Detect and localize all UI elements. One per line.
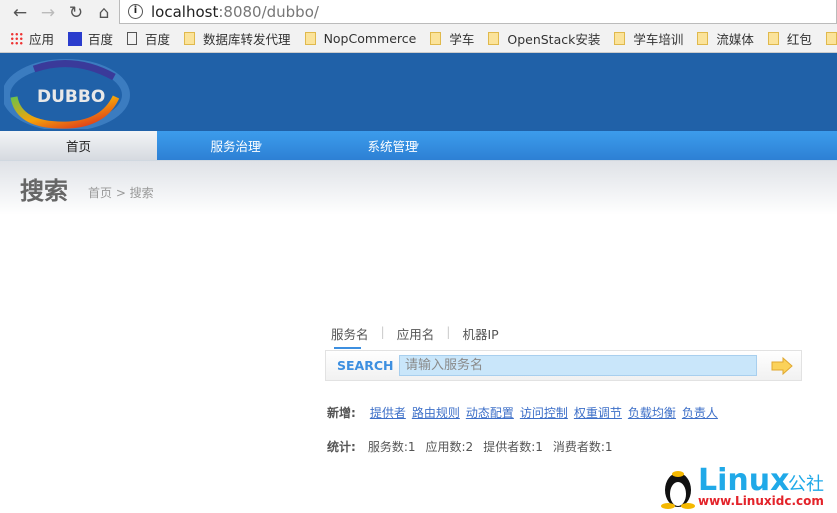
bookmark-item[interactable]: NopCommerce [304,31,417,46]
search-box: SEARCH [325,350,802,381]
bookmark-item[interactable]: 百度 [127,29,170,48]
add-link[interactable]: 提供者 [370,404,406,421]
breadcrumb[interactable]: 首页 > 搜索 [88,184,154,201]
stats-label: 统计: [327,440,356,454]
bookmark-item[interactable]: 学车培训 [614,29,683,48]
stat-item: 服务数:1 [367,440,416,454]
tab-application-name[interactable]: 应用名 [397,324,435,349]
page-title: 搜索 [20,176,68,205]
add-label: 新增: [327,406,356,420]
bookmark-item[interactable]: 百度 [68,29,113,48]
add-link[interactable]: 负责人 [682,404,718,421]
address-bar[interactable]: i localhost:8080/dubbo/ [119,0,837,24]
logo-text: DUBBO [37,87,105,107]
browser-toolbar: ← → ↻ ⌂ i localhost:8080/dubbo/ [0,0,837,25]
title-band: 搜索 首页 > 搜索 [0,161,837,215]
forward-icon[interactable]: → [34,3,62,23]
reload-icon[interactable]: ↻ [62,3,90,23]
tab-machine-ip[interactable]: 机器IP [462,324,498,349]
nav-label: 系统管理 [367,139,418,154]
nav-label: 服务治理 [210,139,261,154]
watermark-url: www.Linuxidc.com [698,494,824,508]
bookmark-label: 百度 [145,32,171,47]
arrow-right-icon[interactable] [771,356,793,375]
stat-item: 应用数:2 [425,440,474,454]
bookmark-label: 数据库转发代理 [203,32,291,47]
home-icon[interactable]: ⌂ [90,3,118,23]
add-link[interactable]: 动态配置 [466,404,514,421]
add-link[interactable]: 负载均衡 [628,404,676,421]
bookmark-label: NopCommerce [323,31,417,46]
bookmark-item[interactable]: 应用 [10,29,54,48]
folder-icon [184,32,196,45]
bookmark-item[interactable]: TF [825,31,837,46]
tab-service-name[interactable]: 服务名 [331,324,369,349]
add-row: 新增: 提供者 路由规则 动态配置 访问控制 权重调节 负载均衡 负责人 [327,404,718,421]
folder-icon [304,32,316,45]
nav-home[interactable]: 首页 [0,131,157,160]
stats-row: 统计: 服务数:1 应用数:2 提供者数:1 消费者数:1 [327,438,613,455]
info-icon[interactable]: i [128,4,143,19]
bookmark-label: OpenStack安装 [507,32,601,47]
apps-icon [10,32,23,45]
nav-service-governance[interactable]: 服务治理 ▼ [157,131,314,160]
search-input[interactable] [399,355,757,376]
baidu-paw-icon [68,31,83,46]
main-nav: 首页 服务治理 ▼ 系统管理 ▼ [0,131,837,161]
dropdown-arrow-icon: ▼ [413,141,419,150]
folder-icon [767,32,779,45]
watermark-brand: Linux [698,463,790,498]
add-link[interactable]: 路由规则 [412,404,460,421]
dubbo-logo[interactable]: DUBBO [4,57,144,129]
add-link[interactable]: 访问控制 [520,404,568,421]
watermark-cn: 公社 [788,474,824,495]
bookmark-item[interactable]: 红包 [767,29,812,48]
add-link[interactable]: 权重调节 [574,404,622,421]
linuxidc-watermark: Linux 公社 www.Linuxidc.com [658,460,837,510]
folder-icon [430,32,442,45]
bookmark-item[interactable]: 学车 [430,29,474,48]
stat-item: 提供者数:1 [483,440,543,454]
folder-icon [488,32,500,45]
page-icon [127,32,138,45]
bookmark-label: 流媒体 [716,32,754,47]
url-host: localhost [151,2,219,21]
bookmark-label: 应用 [29,32,55,47]
dropdown-arrow-icon: ▼ [256,141,262,150]
nav-system-management[interactable]: 系统管理 ▼ [314,131,471,160]
bookmark-item[interactable]: 数据库转发代理 [184,29,291,48]
bookmark-label: 学车培训 [633,32,684,47]
tux-penguin-icon [661,471,695,509]
folder-icon [697,32,709,45]
search-tabs: 服务名 | 应用名 | 机器IP [331,324,499,349]
folder-icon [614,32,626,45]
bookmark-label: 百度 [88,32,114,47]
back-icon[interactable]: ← [6,3,34,23]
divider: | [446,324,451,339]
url-path: :8080/dubbo/ [218,2,319,21]
bookmark-item[interactable]: 流媒体 [697,29,754,48]
search-label: SEARCH [337,358,394,373]
divider: | [380,324,385,339]
folder-icon [825,32,837,45]
site-header: DUBBO [0,53,837,131]
bookmark-label: 学车 [449,32,475,47]
bookmark-label: 红包 [786,32,812,47]
bookmark-item[interactable]: OpenStack安装 [488,29,600,48]
bookmarks-bar: 应用 百度 百度 数据库转发代理 NopCommerce 学车 OpenStack安装 学车培… [0,25,837,53]
nav-label: 首页 [65,139,91,154]
stat-item: 消费者数:1 [552,440,613,454]
